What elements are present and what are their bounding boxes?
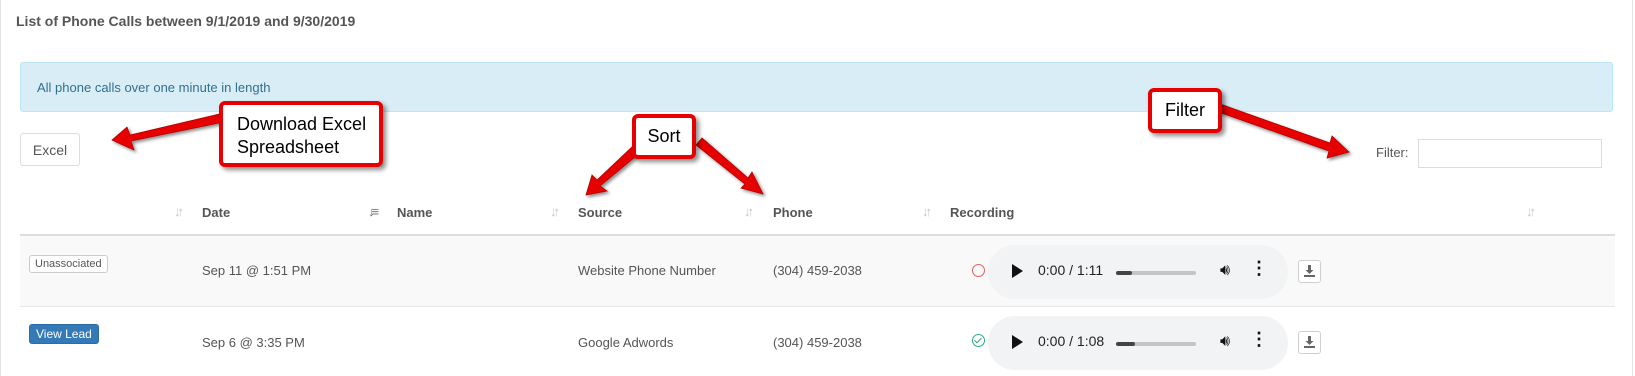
sort-desc-icon[interactable]: ↓≡ [368,204,379,219]
volume-icon[interactable]: 🔊︎ [1220,262,1230,280]
column-header-name[interactable]: Name [397,205,432,220]
table-row: View Lead Sep 6 @ 3:35 PM Google Adwords… [20,307,1615,376]
download-icon [1304,265,1315,277]
play-icon[interactable] [1012,264,1023,278]
annotation-sort: Sort [632,114,696,159]
more-options-icon[interactable]: ⋮ [1250,330,1268,348]
filter-input[interactable] [1418,139,1602,168]
call-date: Sep 6 @ 3:35 PM [202,335,305,350]
annotation-download-line1: Download Excel [237,114,367,134]
view-lead-button[interactable]: View Lead [29,324,99,344]
audio-player[interactable]: 0:00 / 1:11 🔊︎ ⋮ [988,245,1288,299]
column-header-phone[interactable]: Phone [773,205,813,220]
download-icon [1304,336,1315,348]
audio-player[interactable]: 0:00 / 1:08 🔊︎ ⋮ [988,316,1288,370]
player-time: 0:00 / 1:08 [1038,333,1105,349]
filter-label: Filter: [1376,145,1409,160]
more-options-icon[interactable]: ⋮ [1250,259,1268,277]
seek-bar-fill [1116,342,1136,346]
sort-icon[interactable]: ↓↑ [744,204,754,219]
player-time: 0:00 / 1:11 [1038,262,1104,278]
phone-number: (304) 459-2038 [773,335,862,350]
table-header: ↓↑ Date ↓≡ Name ↓↑ Source ↓↑ Phone ↓↑ Re… [20,190,1615,236]
seek-bar-fill [1116,271,1132,275]
download-recording-button[interactable] [1298,260,1321,283]
empty-circle-icon [972,264,985,277]
call-source: Website Phone Number [578,263,716,278]
annotation-filter: Filter [1148,88,1222,133]
column-header-recording[interactable]: Recording [950,205,1014,220]
call-date: Sep 11 @ 1:51 PM [202,263,312,278]
sort-icon[interactable]: ↓↑ [174,204,184,219]
call-source: Google Adwords [578,335,674,350]
annotation-download-line2: Spreadsheet [237,137,340,157]
annotation-download: Download Excel Spreadsheet [219,101,383,167]
sort-icon[interactable]: ↓↑ [1526,204,1536,219]
excel-export-button[interactable]: Excel [20,133,80,166]
info-text: All phone calls over one minute in lengt… [37,80,271,95]
check-circle-icon [972,334,985,347]
seek-bar[interactable] [1116,342,1196,346]
download-recording-button[interactable] [1298,331,1321,354]
seek-bar[interactable] [1116,271,1196,275]
sort-icon[interactable]: ↓↑ [550,204,560,219]
table-row: Unassociated Sep 11 @ 1:51 PM Website Ph… [20,236,1615,307]
page-title: List of Phone Calls between 9/1/2019 and… [16,13,356,29]
column-header-source[interactable]: Source [578,205,622,220]
phone-number: (304) 459-2038 [773,263,862,278]
status-badge: Unassociated [29,255,108,273]
sort-icon[interactable]: ↓↑ [922,204,932,219]
volume-icon[interactable]: 🔊︎ [1220,333,1230,351]
play-icon[interactable] [1012,335,1023,349]
column-header-date[interactable]: Date [202,205,230,220]
